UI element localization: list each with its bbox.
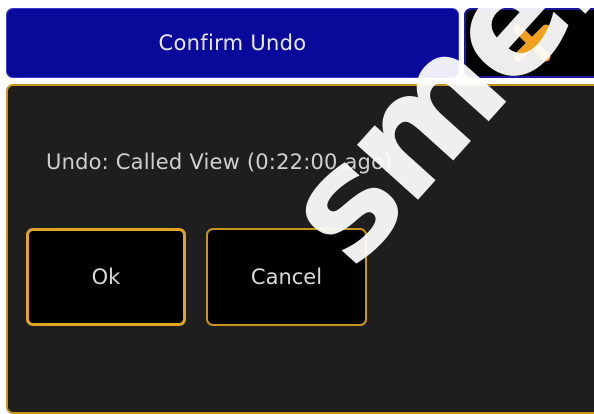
undo-message: Undo: Called View (0:22:00 ago) bbox=[46, 150, 393, 174]
cancel-button-label: Cancel bbox=[250, 265, 323, 289]
dialog-title: Confirm Undo bbox=[158, 31, 307, 55]
ok-button[interactable]: Ok bbox=[26, 228, 186, 326]
close-button[interactable] bbox=[464, 8, 594, 78]
dialog-title-bar: Confirm Undo bbox=[6, 8, 459, 78]
close-icon bbox=[513, 24, 551, 62]
app-window: Confirm Undo Undo: Called View (0:22:00 … bbox=[0, 0, 594, 414]
ok-button-label: Ok bbox=[91, 265, 121, 289]
cancel-button[interactable]: Cancel bbox=[206, 228, 367, 326]
